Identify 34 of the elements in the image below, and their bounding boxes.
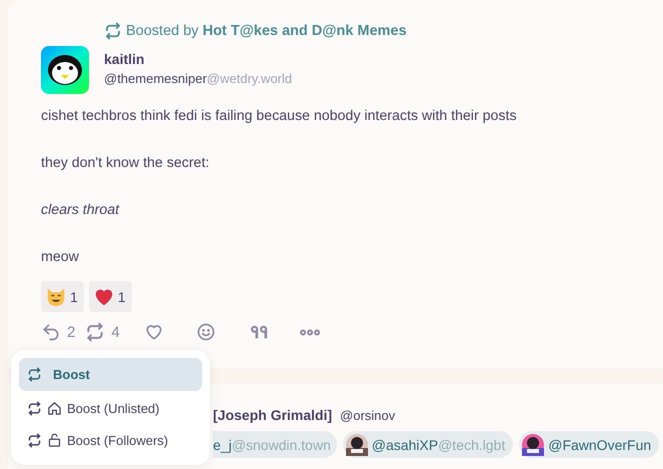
mention-chip[interactable]: @FawnOverFun xyxy=(519,431,660,458)
reply-icon xyxy=(41,322,61,342)
boost-icon xyxy=(27,400,42,416)
post-paragraph: cishet techbros think fedi is failing because nobody interacts with their posts xyxy=(41,107,518,126)
boost-icon xyxy=(27,432,42,448)
author-handle[interactable]: @thememesniper@wetdry.world xyxy=(104,71,292,86)
more-icon xyxy=(300,328,320,336)
reaction-button[interactable]: 1 xyxy=(41,281,84,312)
menu-item[interactable]: Boost (Followers) xyxy=(19,424,202,456)
home-icon xyxy=(47,400,62,416)
post-paragraph: meow xyxy=(41,248,80,267)
mention-chip[interactable]: @asahiXP@tech.lgbt xyxy=(342,431,514,458)
smiley-icon xyxy=(196,322,216,342)
boost-icon xyxy=(27,367,42,382)
author-handle[interactable]: @orsinov xyxy=(340,408,396,423)
menu-item[interactable]: Boost xyxy=(19,358,202,391)
author-name[interactable]: kaitlin xyxy=(104,51,292,67)
react-button[interactable] xyxy=(196,322,216,342)
boost-icon xyxy=(104,22,122,40)
boost-icon xyxy=(85,322,106,342)
post-paragraph: clears throat xyxy=(41,201,120,220)
unlocked-lock-icon xyxy=(47,432,62,448)
quote-button[interactable] xyxy=(250,324,268,340)
menu-item[interactable]: Boost (Unlisted) xyxy=(19,392,202,424)
mention-chip[interactable]: e_j@snowdin.town xyxy=(213,431,337,458)
favourite-button[interactable] xyxy=(144,322,164,342)
author-name[interactable]: [Joseph Grimaldi] xyxy=(213,407,332,423)
post-paragraph: they don't know the secret: xyxy=(41,154,210,173)
more-button[interactable] xyxy=(300,328,320,336)
heart-icon xyxy=(144,322,164,342)
boosted-by-text: Boosted by Hot T@kes and D@nk Memes xyxy=(126,23,407,39)
quote-icon xyxy=(250,324,268,340)
avatar[interactable] xyxy=(41,46,89,94)
reaction-button[interactable]: 1 xyxy=(88,281,132,312)
